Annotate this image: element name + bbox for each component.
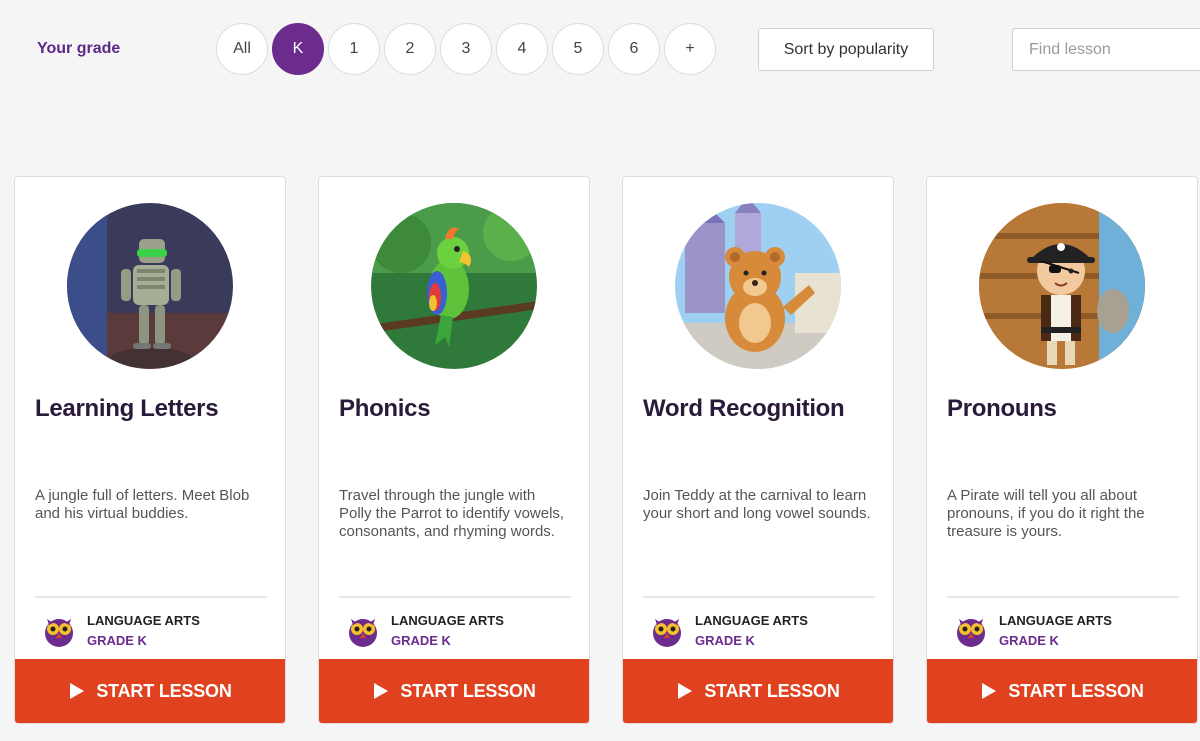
robot-character-icon [67,203,233,369]
owl-mascot-icon [345,609,381,649]
grade-label: GRADE K [391,633,451,648]
owl-mascot-icon [953,609,989,649]
lesson-card[interactable]: Word Recognition Join Teddy at the carni… [622,176,894,724]
owl-mascot-icon [649,609,685,649]
grade-label: GRADE K [999,633,1059,648]
lesson-description: Travel through the jungle with Polly the… [339,487,565,540]
teddy-bear-character-icon [675,203,841,369]
grade-pill-1[interactable]: 1 [328,23,380,75]
grade-pill-5[interactable]: 5 [552,23,604,75]
divider [339,596,571,598]
lesson-title: Pronouns [947,395,1057,422]
grade-pill-3[interactable]: 3 [440,23,492,75]
grade-pill-6[interactable]: 6 [608,23,660,75]
grade-pill-plus[interactable]: + [664,23,716,75]
divider [643,596,875,598]
grade-label: Your grade [37,40,121,57]
subject-label: LANGUAGE ARTS [999,613,1112,628]
start-lesson-label: START LESSON [96,680,232,701]
grade-pill-4[interactable]: 4 [496,23,548,75]
lesson-card[interactable]: Learning Letters A jungle full of letter… [14,176,286,724]
play-icon [374,683,389,699]
search-input[interactable] [1012,28,1200,71]
grade-selector: All K 1 2 3 4 5 6 + [216,23,716,75]
lesson-description: A Pirate will tell you all about pronoun… [947,487,1145,540]
parrot-character-icon [371,203,537,369]
play-icon [678,683,693,699]
play-icon [70,683,85,699]
divider [947,596,1179,598]
lesson-title: Word Recognition [643,395,845,422]
start-lesson-label: START LESSON [400,680,536,701]
start-lesson-label: START LESSON [1008,680,1144,701]
subject-label: LANGUAGE ARTS [87,613,200,628]
divider [35,596,267,598]
grade-pill-k[interactable]: K [272,23,324,75]
start-lesson-button[interactable]: START LESSON [623,659,893,723]
start-lesson-button[interactable]: START LESSON [15,659,285,723]
grade-label: GRADE K [695,633,755,648]
lesson-card[interactable]: Phonics Travel through the jungle with P… [318,176,590,724]
lesson-title: Phonics [339,395,431,422]
pirate-character-icon [979,203,1145,369]
subject-label: LANGUAGE ARTS [391,613,504,628]
start-lesson-button[interactable]: START LESSON [927,659,1197,723]
start-lesson-button[interactable]: START LESSON [319,659,589,723]
start-lesson-label: START LESSON [704,680,840,701]
grade-label: GRADE K [87,633,147,648]
subject-label: LANGUAGE ARTS [695,613,808,628]
sort-button[interactable]: Sort by popularity [758,28,934,71]
owl-mascot-icon [41,609,77,649]
grade-pill-all[interactable]: All [216,23,268,75]
lesson-description: Join Teddy at the carnival to learn your… [643,487,871,522]
play-icon [982,683,997,699]
lesson-title: Learning Letters [35,395,219,422]
lesson-list: Learning Letters A jungle full of letter… [14,176,1198,724]
grade-pill-2[interactable]: 2 [384,23,436,75]
lesson-description: A jungle full of letters. Meet Blob and … [35,487,250,522]
filter-bar: Your grade All K 1 2 3 4 5 6 + Sort by p… [0,0,1200,100]
lesson-card[interactable]: Pronouns A Pirate will tell you all abou… [926,176,1198,724]
